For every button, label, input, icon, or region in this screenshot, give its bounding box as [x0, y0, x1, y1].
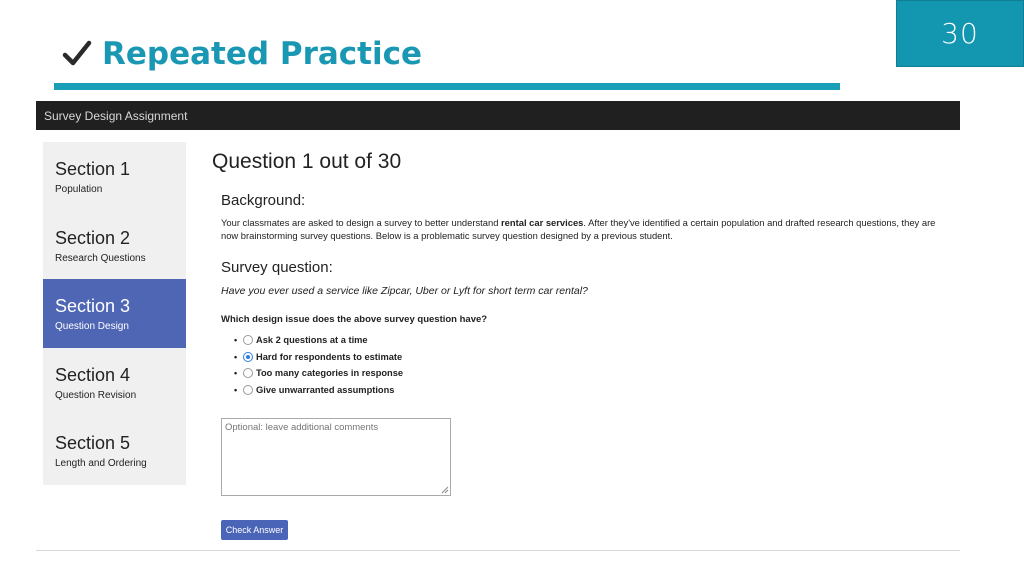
slide-title-group: Repeated Practice: [62, 36, 422, 72]
sidebar-item-subtitle: Question Design: [55, 321, 129, 333]
bullet-dot: •: [234, 351, 238, 362]
sidebar-item-title: Section 2: [55, 227, 131, 248]
radio-button[interactable]: [243, 368, 253, 379]
bottom-divider: [36, 550, 960, 551]
slide-number: 30: [941, 17, 979, 50]
question-header: Question 1 out of 30: [212, 150, 957, 174]
bullet-dot: •: [234, 368, 238, 379]
answer-option[interactable]: • Give unwarranted assumptions: [221, 382, 951, 399]
background-paragraph: Your classmates are asked to design a su…: [221, 216, 951, 242]
bullet-dot: •: [234, 335, 238, 346]
slide-title: Repeated Practice: [102, 36, 423, 72]
sidebar-item-section-5[interactable]: Section 5 Length and Ordering: [43, 416, 186, 485]
answer-option-label[interactable]: Too many categories in response: [256, 368, 403, 378]
sidebar-item-title: Section 1: [55, 159, 131, 179]
check-answer-button[interactable]: Check Answer: [221, 520, 288, 540]
answer-option-label[interactable]: Hard for respondents to estimate: [256, 352, 402, 362]
sidebar-item-section-2[interactable]: Section 2 Research Questions: [43, 211, 186, 280]
section-sidebar: Section 1 Population Section 2 Research …: [43, 142, 186, 485]
question-counter-heading: Question 1 out of 30: [212, 150, 402, 173]
radio-button-selected[interactable]: [243, 351, 253, 362]
sidebar-item-subtitle: Research Questions: [55, 252, 146, 264]
answer-option[interactable]: • Too many categories in response: [221, 365, 951, 382]
app-header-bar: Survey Design Assignment: [36, 101, 960, 130]
app-title: Survey Design Assignment: [44, 108, 188, 123]
resize-grip-icon[interactable]: [440, 485, 449, 494]
sidebar-item-section-1[interactable]: Section 1 Population: [43, 142, 186, 211]
sidebar-item-title: Section 5: [55, 433, 131, 454]
answer-option-label[interactable]: Ask 2 questions at a time: [256, 335, 368, 345]
title-underline: [54, 83, 840, 90]
answer-option-label[interactable]: Give unwarranted assumptions: [256, 385, 394, 395]
radio-button[interactable]: [243, 384, 253, 395]
answer-option[interactable]: • Hard for respondents to estimate: [221, 349, 951, 366]
sidebar-item-title: Section 4: [55, 364, 131, 385]
checkmark-icon: [62, 40, 92, 66]
answer-options: • Ask 2 questions at a time • Hard for r…: [221, 332, 951, 398]
background-bold-term: rental car services: [501, 217, 584, 228]
sidebar-item-subtitle: Population: [55, 184, 103, 195]
survey-question-text: Have you ever used a service like Zipcar…: [221, 285, 588, 297]
slide-number-box: 30: [896, 0, 1024, 67]
sidebar-item-subtitle: Question Revision: [55, 389, 137, 401]
sidebar-item-subtitle: Length and Ordering: [55, 458, 147, 470]
answer-prompt: Which design issue does the above survey…: [221, 314, 488, 325]
answer-option[interactable]: • Ask 2 questions at a time: [221, 332, 951, 349]
comments-textarea[interactable]: [221, 418, 451, 496]
sidebar-item-section-4[interactable]: Section 4 Question Revision: [43, 348, 186, 417]
survey-question-heading: Survey question:: [221, 259, 333, 276]
question-content: Background: Your classmates are asked to…: [221, 192, 951, 398]
background-text-start: Your classmates are asked to design a su…: [221, 217, 502, 228]
background-heading: Background:: [221, 192, 306, 209]
sidebar-item-section-3[interactable]: Section 3 Question Design: [43, 279, 186, 348]
bullet-dot: •: [234, 384, 238, 395]
sidebar-item-title: Section 3: [55, 296, 131, 317]
radio-button[interactable]: [243, 335, 253, 346]
